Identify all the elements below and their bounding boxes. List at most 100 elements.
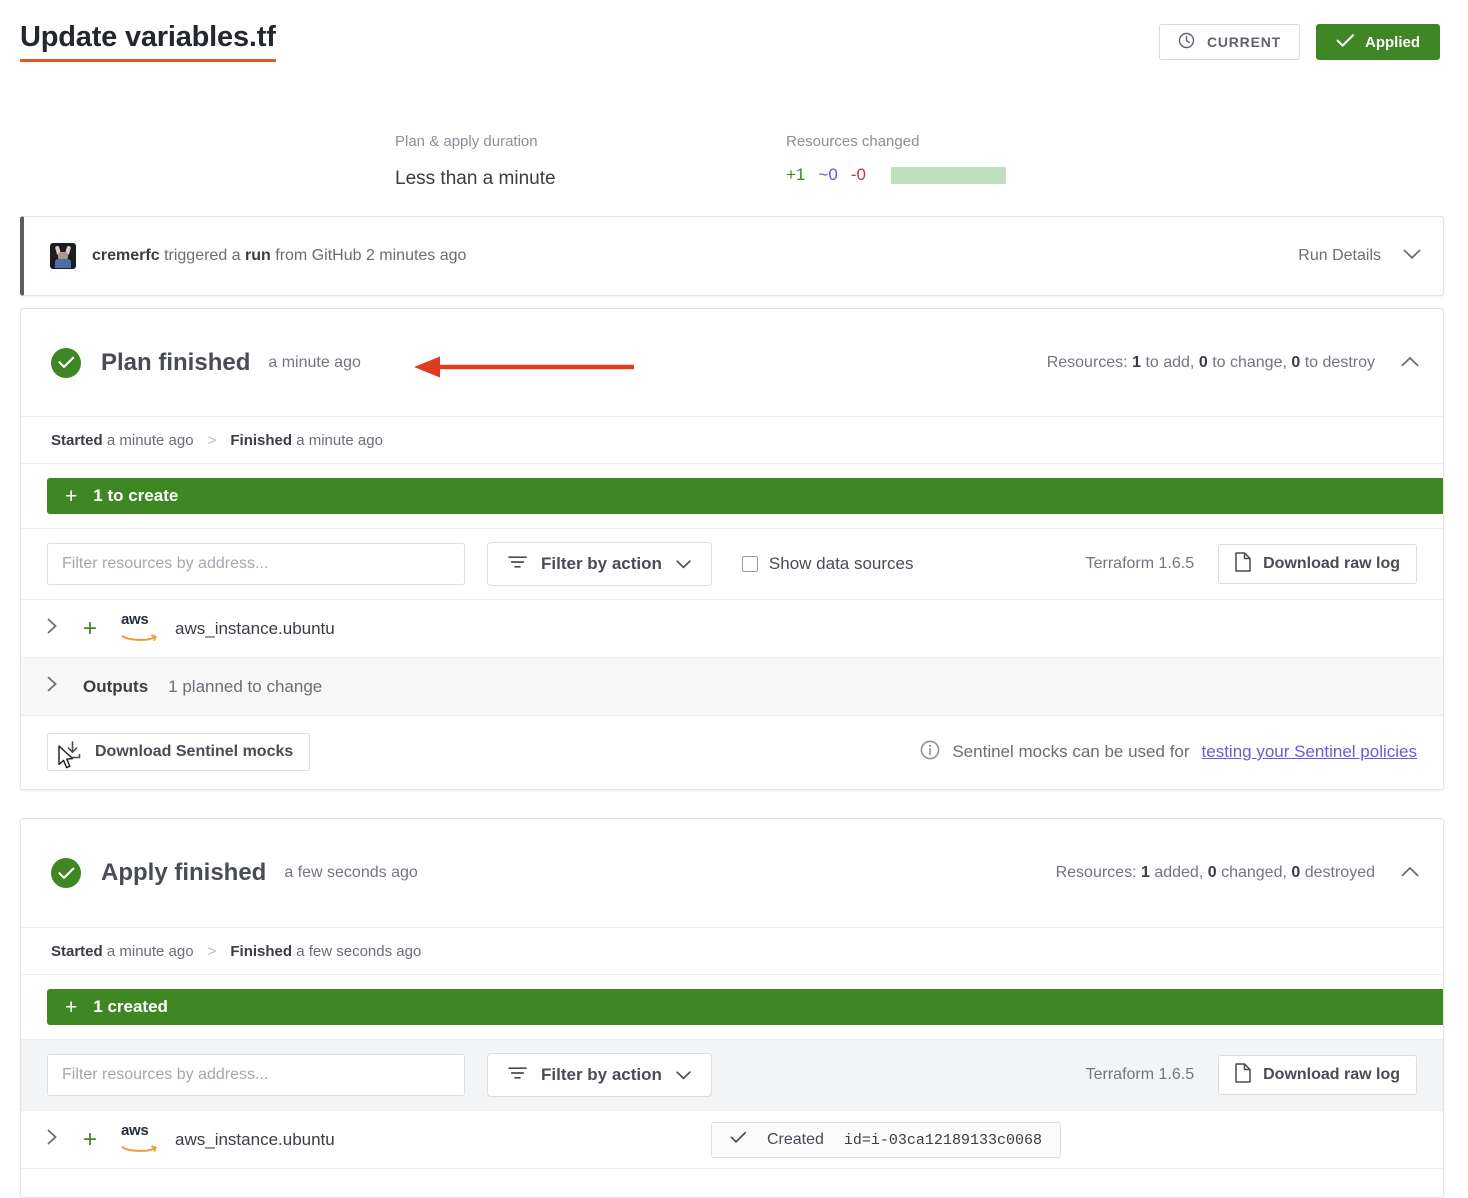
trigger-text-2: from GitHub 2 minutes ago (275, 247, 467, 264)
apply-download-raw-log-label: Download raw log (1263, 1066, 1400, 1083)
plan-change-label: to change, (1212, 353, 1287, 371)
sentinel-note-text: Sentinel mocks can be used for (952, 742, 1190, 761)
apply-resource-row[interactable]: + aws aws_instance.ubuntu Created id=i-0… (21, 1111, 1443, 1169)
sentinel-policies-link[interactable]: testing your Sentinel policies (1202, 742, 1417, 762)
duration-value: Less than a minute (395, 168, 556, 189)
red-arrow-annotation (413, 356, 635, 378)
plan-timeline-separator: > (207, 431, 217, 449)
chevron-right-icon[interactable] (47, 618, 61, 639)
apply-finished: Finished a few seconds ago (230, 943, 421, 960)
apply-changed-label: changed, (1221, 864, 1287, 881)
plan-header[interactable]: Plan finished a minute ago Resources: 1 … (21, 309, 1443, 416)
plan-outputs-label: Outputs (83, 676, 149, 696)
apply-header[interactable]: Apply finished a few seconds ago Resourc… (21, 819, 1443, 927)
check-icon (1336, 33, 1355, 52)
apply-added-label: added, (1154, 864, 1204, 881)
clock-icon (1178, 32, 1195, 52)
chevron-up-icon[interactable] (1401, 354, 1419, 372)
created-resource-id: id=i-03ca12189133c0068 (843, 1131, 1042, 1149)
count-changed: ~0 (818, 165, 838, 184)
plan-timeline: Started a minute ago > Finished a minute… (21, 416, 1443, 464)
plus-icon: + (83, 614, 98, 642)
apply-resource-name: aws_instance.ubuntu (175, 1129, 335, 1149)
plan-outputs-row[interactable]: Outputs 1 planned to change (21, 658, 1443, 716)
trigger-text: cremerfc triggered a run from GitHub 2 m… (92, 247, 466, 265)
plan-sentinel-row: Download Sentinel mocks Sentinel mocks c… (21, 716, 1443, 788)
file-icon (1235, 1062, 1251, 1088)
plan-filter-input[interactable] (47, 543, 465, 585)
plan-finished: Finished a minute ago (230, 432, 383, 449)
resource-count-bar (890, 166, 1006, 184)
apply-changed-count: 0 (1207, 864, 1217, 881)
apply-terraform-version: Terraform 1.6.5 (1085, 1066, 1195, 1083)
apply-filter-action-button[interactable]: Filter by action (487, 1053, 712, 1097)
plan-create-bar: + 1 to create (47, 478, 1443, 514)
page-title-wrap: Update variables.tf (20, 21, 276, 62)
apply-timeline: Started a minute ago > Finished a few se… (21, 927, 1443, 975)
plan-filter-bar: Filter by action Show data sources Terra… (21, 528, 1443, 600)
created-status-badge: Created id=i-03ca12189133c0068 (711, 1122, 1061, 1158)
aws-smile (121, 629, 159, 646)
download-sentinel-mocks-button[interactable]: Download Sentinel mocks (47, 733, 311, 771)
plan-finished-time: a minute ago (296, 431, 383, 449)
plus-icon: + (65, 995, 78, 1019)
current-badge[interactable]: CURRENT (1158, 24, 1300, 60)
plan-create-bar-wrap: + 1 to create (21, 464, 1443, 528)
plan-resource-row[interactable]: + aws aws_instance.ubuntu (21, 600, 1443, 658)
plan-resources-summary: Resources: 1 to add, 0 to change, 0 to d… (1047, 354, 1375, 372)
apply-destroyed-count: 0 (1291, 864, 1301, 881)
run-summary: Plan & apply duration Less than a minute… (0, 128, 1468, 198)
plan-res-prefix: Resources: (1046, 353, 1128, 371)
download-sentinel-mocks-label: Download Sentinel mocks (95, 743, 294, 760)
apply-header-right: Resources: 1 added, 0 changed, 0 destroy… (1056, 864, 1419, 882)
plus-icon: + (83, 1125, 98, 1153)
resources-changed-block: Resources changed +1 ~0 -0 (786, 134, 1006, 185)
plan-resource-name: aws_instance.ubuntu (175, 618, 335, 638)
show-data-sources-label: Show data sources (768, 554, 914, 573)
plan-header-right: Resources: 1 to add, 0 to change, 0 to d… (1047, 354, 1419, 372)
apply-started-label: Started (51, 942, 103, 960)
chevron-right-icon[interactable] (47, 676, 61, 697)
plan-started-time: a minute ago (106, 431, 194, 449)
plan-download-raw-log-label: Download raw log (1263, 555, 1400, 572)
header-actions: CURRENT Applied (1158, 24, 1440, 60)
applied-button-label: Applied (1365, 33, 1420, 51)
apply-stage-card: Apply finished a few seconds ago Resourc… (20, 818, 1444, 1198)
plan-filter-action-button[interactable]: Filter by action (487, 542, 712, 586)
apply-download-raw-log-button[interactable]: Download raw log (1218, 1055, 1417, 1095)
plan-destroy-count: 0 (1291, 353, 1301, 371)
apply-created-bar-label: 1 created (93, 997, 168, 1016)
plan-started: Started a minute ago (51, 432, 194, 449)
run-trigger-row: cremerfc triggered a run from GitHub 2 m… (24, 217, 1443, 295)
plan-filter-action-label: Filter by action (541, 554, 662, 573)
plan-download-raw-log-button[interactable]: Download raw log (1218, 544, 1417, 584)
plan-terraform-version: Terraform 1.6.5 (1085, 555, 1195, 572)
chevron-right-icon[interactable] (47, 1129, 61, 1150)
created-status-label: Created (767, 1131, 824, 1148)
run-details-toggle[interactable]: Run Details (1298, 247, 1421, 265)
plan-stage-card: Plan finished a minute ago Resources: 1 … (20, 308, 1444, 790)
aws-icon: aws (121, 1122, 161, 1158)
run-trigger-card: cremerfc triggered a run from GitHub 2 m… (20, 216, 1444, 296)
plan-add-count: 1 (1132, 353, 1141, 371)
apply-resources-summary: Resources: 1 added, 0 changed, 0 destroy… (1056, 864, 1375, 882)
plan-started-label: Started (51, 431, 103, 449)
show-data-sources-checkbox[interactable] (741, 556, 758, 572)
run-page: Update variables.tf CURRENT Applied Plan… (0, 0, 1468, 1198)
apply-time: a few seconds ago (284, 864, 418, 881)
trigger-entity: run (245, 247, 271, 264)
chevron-up-icon[interactable] (1401, 864, 1419, 882)
apply-timeline-separator: > (207, 942, 217, 960)
show-data-sources-toggle[interactable]: Show data sources (741, 554, 914, 574)
resource-counts: +1 ~0 -0 (786, 165, 1006, 185)
info-icon (920, 740, 940, 765)
applied-button[interactable]: Applied (1316, 24, 1440, 60)
apply-filter-input[interactable] (47, 1054, 465, 1096)
aws-wordmark: aws (121, 1121, 149, 1139)
plus-icon: + (65, 484, 78, 508)
apply-finished-time: a few seconds ago (296, 942, 422, 960)
check-icon (730, 1131, 747, 1149)
apply-created-bar: + 1 created (47, 989, 1443, 1025)
apply-success-icon (51, 858, 81, 888)
page-title: Update variables.tf (20, 21, 276, 62)
